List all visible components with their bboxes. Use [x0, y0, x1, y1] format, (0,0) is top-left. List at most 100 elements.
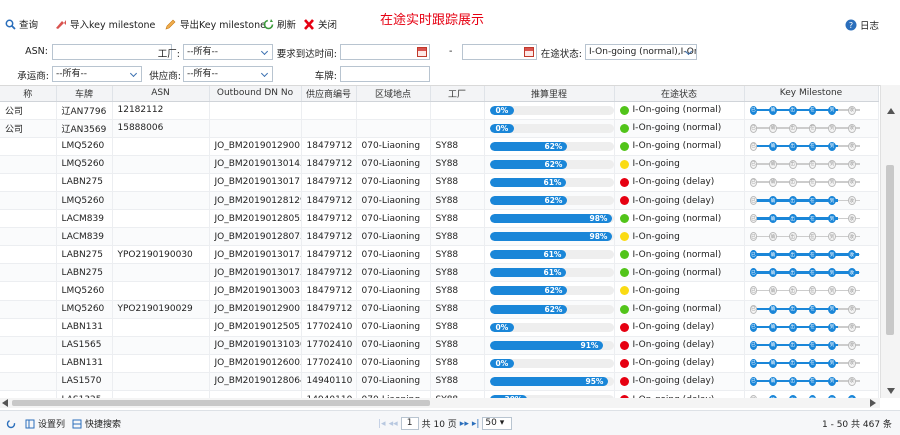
milestone-node-icon[interactable]: 确: [769, 250, 777, 260]
table-row[interactable]: LABN275 YPO2190190030 JO_BM20190130175 1847…: [0, 245, 879, 265]
table-row[interactable]: LAS1325 14940110070-LiaoningSY8830%I-On-g…: [0, 390, 879, 398]
milestone-node-icon[interactable]: 到: [828, 340, 836, 350]
milestone-node-icon[interactable]: 在: [808, 358, 817, 368]
milestone-node-icon[interactable]: 在: [808, 196, 817, 206]
vertical-scrollbar[interactable]: [880, 85, 900, 398]
column-header[interactable]: 供应商编号: [301, 86, 357, 102]
milestone-node-icon[interactable]: 到: [828, 322, 836, 332]
milestone-node-icon[interactable]: 出: [788, 232, 797, 242]
milestone-node-icon[interactable]: 到: [828, 376, 836, 386]
milestone-node-icon[interactable]: 到: [828, 304, 836, 314]
column-header[interactable]: 在途状态: [614, 86, 745, 102]
column-header[interactable]: 工厂: [430, 86, 485, 102]
column-header[interactable]: Outbound DN No: [209, 86, 302, 102]
table-row[interactable]: 公司 辽AN3569 15888006 0% I-On-going (normal) 已 确…: [0, 119, 879, 138]
milestone-node-icon[interactable]: 收: [847, 376, 856, 386]
milestone-node-icon[interactable]: 确: [769, 286, 777, 296]
last-page-icon[interactable]: ▸|: [472, 419, 480, 429]
table-row[interactable]: LABN275 JO_BM20190130175 18479712 070-Liaon…: [0, 263, 879, 283]
milestone-node-icon[interactable]: 出: [788, 196, 797, 206]
milestone-node-icon[interactable]: 在: [808, 214, 817, 224]
milestone-node-icon[interactable]: 已: [749, 196, 758, 206]
scroll-left-icon[interactable]: [2, 399, 8, 407]
milestone-node-icon[interactable]: 到: [828, 214, 836, 224]
scroll-right-icon[interactable]: [870, 399, 876, 407]
milestone-node-icon[interactable]: 到: [828, 358, 836, 368]
milestone-node-icon[interactable]: 收: [847, 286, 856, 296]
factory-select[interactable]: --所有--: [183, 44, 273, 60]
milestone-node-icon[interactable]: 在: [808, 159, 817, 169]
milestone-node-icon[interactable]: 到: [828, 123, 836, 133]
milestone-node-icon[interactable]: 出: [788, 358, 797, 368]
milestone-node-icon[interactable]: 出: [788, 250, 797, 260]
milestone-node-icon[interactable]: 确: [769, 105, 777, 115]
milestone-node-icon[interactable]: 到: [828, 141, 836, 151]
arrival-from-input[interactable]: [340, 44, 430, 60]
milestone-node-icon[interactable]: 确: [769, 376, 777, 386]
column-header[interactable]: 称: [0, 86, 57, 102]
scroll-up-icon[interactable]: [887, 108, 895, 114]
table-row[interactable]: LMQ5260 JO_BM20190128129 18479712 070-Liaon…: [0, 191, 879, 211]
table-row[interactable]: LMQ5260 YPO2190190029 JO_BM20190129001 1847…: [0, 300, 879, 319]
status-select[interactable]: I-On-going (normal),I-Or: [585, 44, 697, 60]
milestone-node-icon[interactable]: 已: [749, 250, 758, 260]
milestone-node-icon[interactable]: 在: [808, 177, 817, 187]
milestone-node-icon[interactable]: 确: [769, 232, 777, 242]
milestone-node-icon[interactable]: 出: [788, 286, 797, 296]
milestone-node-icon[interactable]: 出: [788, 322, 797, 332]
table-row[interactable]: LABN131 JO_BM20190126005 17702410 070-Liaon…: [0, 354, 879, 373]
milestone-node-icon[interactable]: 已: [749, 232, 758, 242]
milestone-node-icon[interactable]: 已: [749, 214, 758, 224]
milestone-node-icon[interactable]: 到: [828, 232, 836, 242]
page-number-input[interactable]: 1: [400, 417, 419, 430]
milestone-node-icon[interactable]: 已: [749, 376, 758, 386]
milestone-node-icon[interactable]: 到: [828, 159, 836, 169]
milestone-node-icon[interactable]: 出: [788, 141, 797, 151]
table-row[interactable]: LACM839 JO_BM20190128075 18479712 070-Liaon…: [0, 227, 879, 247]
milestone-node-icon[interactable]: 出: [788, 340, 797, 350]
milestone-node-icon[interactable]: 到: [828, 196, 836, 206]
milestone-node-icon[interactable]: 在: [808, 250, 817, 260]
milestone-node-icon[interactable]: 出: [788, 159, 797, 169]
milestone-node-icon[interactable]: 已: [749, 159, 758, 169]
milestone-node-icon[interactable]: 出: [788, 123, 797, 133]
milestone-node-icon[interactable]: 收: [847, 214, 856, 224]
milestone-node-icon[interactable]: 到: [828, 105, 836, 115]
milestone-node-icon[interactable]: 在: [808, 141, 817, 151]
table-row[interactable]: LACM839 JO_BM20190128055 18479712 070-Liaon…: [0, 209, 879, 229]
milestone-node-icon[interactable]: 确: [769, 304, 777, 314]
first-page-icon[interactable]: |◂: [378, 419, 386, 429]
supplier-select[interactable]: --所有--: [183, 66, 273, 82]
column-header[interactable]: 区域地点: [356, 86, 431, 102]
milestone-node-icon[interactable]: 在: [808, 286, 817, 296]
table-row[interactable]: LABN131 JO_BM20190125057 17702410 070-Liaon…: [0, 318, 879, 337]
milestone-node-icon[interactable]: 出: [788, 214, 797, 224]
milestone-node-icon[interactable]: 收: [847, 232, 856, 242]
milestone-node-icon[interactable]: 确: [769, 340, 777, 350]
vertical-scroll-thumb[interactable]: [886, 165, 894, 335]
import-milestone-button[interactable]: 导入key milestone: [55, 17, 155, 31]
milestone-node-icon[interactable]: 确: [769, 196, 777, 206]
milestone-node-icon[interactable]: 确: [769, 141, 777, 151]
milestone-node-icon[interactable]: 到: [828, 268, 836, 278]
milestone-node-icon[interactable]: 在: [808, 376, 817, 386]
milestone-node-icon[interactable]: 出: [788, 304, 797, 314]
refresh-button[interactable]: 刷新: [263, 17, 296, 31]
milestone-node-icon[interactable]: 确: [769, 268, 777, 278]
scroll-down-icon[interactable]: [887, 388, 895, 394]
milestone-node-icon[interactable]: 收: [847, 177, 856, 187]
refresh-icon[interactable]: [6, 419, 16, 429]
milestone-node-icon[interactable]: 到: [828, 286, 836, 296]
milestone-node-icon[interactable]: 已: [749, 105, 758, 115]
milestone-node-icon[interactable]: 在: [808, 232, 817, 242]
set-columns-link[interactable]: 设置列: [38, 417, 65, 430]
milestone-node-icon[interactable]: 已: [749, 268, 758, 278]
query-button[interactable]: 查询: [5, 17, 38, 31]
table-row[interactable]: LAS1570 JO_BM20190128064 14940110 070-Liaon…: [0, 372, 879, 392]
milestone-node-icon[interactable]: 收: [847, 105, 856, 115]
quick-search-link[interactable]: 快捷搜索: [85, 417, 121, 430]
milestone-node-icon[interactable]: 出: [788, 105, 797, 115]
export-milestone-button[interactable]: 导出Key milestone: [165, 17, 266, 31]
milestone-node-icon[interactable]: 已: [749, 286, 758, 296]
milestone-node-icon[interactable]: 已: [749, 322, 758, 332]
